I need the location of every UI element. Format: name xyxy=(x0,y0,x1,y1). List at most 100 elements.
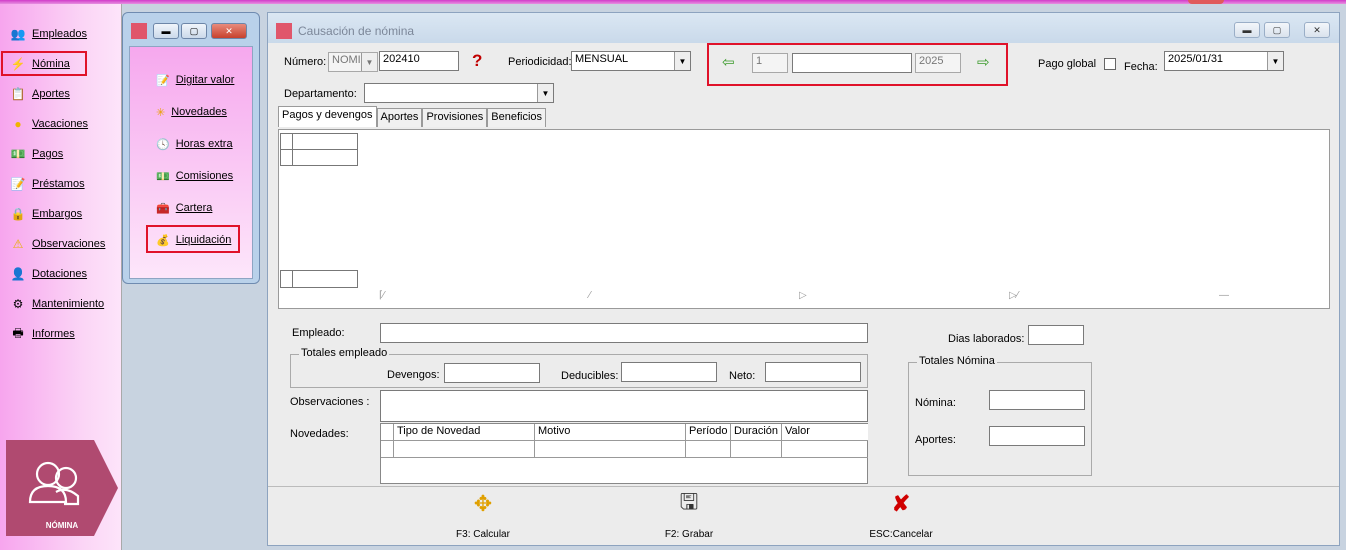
deducibles-field[interactable] xyxy=(621,362,717,382)
submenu-item-horas-extra[interactable]: 🕓 Horas extra xyxy=(156,133,233,155)
help-icon[interactable]: ? xyxy=(472,51,482,71)
sidebar-item-empleados[interactable]: 👥 Empleados xyxy=(10,24,88,44)
empleado-field[interactable] xyxy=(380,323,868,343)
app-icon xyxy=(276,23,292,39)
pago-global-checkbox[interactable] xyxy=(1104,58,1116,70)
chevron-down-icon: ▼ xyxy=(1267,52,1283,70)
table-cell[interactable] xyxy=(782,441,868,458)
col-duracion[interactable]: Duración xyxy=(731,424,782,441)
fecha-combo[interactable]: 2025/01/31 ▼ xyxy=(1164,51,1284,71)
submenu-item-digitar-valor[interactable]: 📝 Digitar valor xyxy=(156,69,234,91)
sidebar-item-embargos[interactable]: 🔒 Embargos xyxy=(10,204,83,224)
clock-icon: 🕓 xyxy=(156,138,170,151)
submenu-item-comisiones[interactable]: 💵 Comisiones xyxy=(156,165,233,187)
money-icon: 💵 xyxy=(156,170,170,183)
next-period-arrow-icon[interactable]: ⇨ xyxy=(977,53,990,71)
payments-icon: 💵 xyxy=(10,147,26,161)
devengos-field[interactable] xyxy=(444,363,540,383)
totales-empleado-group: Totales empleado Devengos: Deducibles: N… xyxy=(290,347,868,388)
totales-nomina-group: Totales Nómina Nómina: Aportes: xyxy=(908,355,1092,476)
submenu-item-novedades[interactable]: ✳ Novedades xyxy=(156,101,227,123)
tab-aportes[interactable]: Aportes xyxy=(376,108,423,127)
maximize-button[interactable]: ▢ xyxy=(181,23,207,39)
chevron-down-icon: ▼ xyxy=(361,53,377,71)
tab-beneficios[interactable]: Beneficios xyxy=(487,108,547,127)
cancelar-button[interactable]: ✘ ESC:Cancelar xyxy=(856,491,946,540)
neto-field[interactable] xyxy=(765,362,861,382)
sidebar-item-informes[interactable]: 🖶 Informes xyxy=(10,324,74,344)
submenu-item-cartera[interactable]: 🧰 Cartera xyxy=(156,197,212,219)
dias-laborados-field[interactable] xyxy=(1028,325,1084,345)
period-year-field[interactable]: 2025 xyxy=(915,53,961,73)
top-strip xyxy=(0,0,1346,4)
footer-toolbar: ✥ F3: Calcular 🖫 F2: Grabar ✘ ESC:Cancel… xyxy=(268,486,1339,545)
col-valor[interactable]: Valor xyxy=(782,424,868,441)
grabar-button[interactable]: 🖫 F2: Grabar xyxy=(644,489,734,540)
logo-label: NÓMINA xyxy=(46,521,79,530)
aportes-total-label: Aportes: xyxy=(915,434,956,446)
numero-prefix-combo[interactable]: NOMI ▼ xyxy=(328,52,378,72)
sidebar-item-dotaciones[interactable]: 👤 Dotaciones xyxy=(10,264,88,284)
app-icon xyxy=(131,23,147,39)
nomina-total-field[interactable] xyxy=(989,390,1085,410)
maximize-button[interactable]: ▢ xyxy=(1264,22,1290,38)
aportes-total-field[interactable] xyxy=(989,426,1085,446)
table-cell[interactable] xyxy=(686,441,731,458)
nomina-highlight xyxy=(1,51,87,76)
close-button[interactable]: ✕ xyxy=(1304,22,1330,38)
grid-cell[interactable] xyxy=(292,149,358,166)
wallet-icon: 🧰 xyxy=(156,202,170,215)
table-cell[interactable] xyxy=(394,441,535,458)
table-cell[interactable] xyxy=(535,441,686,458)
totales-nomina-title: Totales Nómina xyxy=(917,355,997,367)
loans-icon: 📝 xyxy=(10,177,26,191)
window-titlebar: Causación de nómina ▬ ▢ ✕ xyxy=(268,13,1339,43)
grid-bottom-bar: ⌈⁄ ⁄ ▷ ▷⁄ — xyxy=(379,290,1229,301)
sidebar-item-observaciones[interactable]: ⚠ Observaciones xyxy=(10,234,106,254)
uniform-icon: 👤 xyxy=(10,267,26,281)
periodicidad-label: Periodicidad: xyxy=(508,56,572,68)
liquidacion-highlight xyxy=(146,225,240,253)
numero-field[interactable]: 202410 xyxy=(379,51,459,71)
sidebar: 👥 Empleados ⚡ Nómina 📋 Aportes ● Vacaciones … xyxy=(0,4,122,550)
departamento-combo[interactable]: ▼ xyxy=(364,83,554,103)
fecha-label: Fecha: xyxy=(1124,61,1158,73)
close-button[interactable]: ✕ xyxy=(211,23,247,39)
sidebar-item-mantenimiento[interactable]: ⚙ Mantenimiento xyxy=(10,294,105,314)
totales-empleado-title: Totales empleado xyxy=(299,347,390,359)
calculate-icon: ✥ xyxy=(473,491,493,516)
minimize-button[interactable]: ▬ xyxy=(153,23,179,39)
sidebar-item-prestamos[interactable]: 📝 Préstamos xyxy=(10,174,85,194)
grid-cell[interactable] xyxy=(292,270,358,288)
printer-icon: 🖶 xyxy=(12,325,24,340)
payments-grid[interactable]: ⌈⁄ ⁄ ▷ ▷⁄ — xyxy=(278,129,1330,309)
sidebar-item-vacaciones[interactable]: ● Vacaciones xyxy=(10,114,88,134)
gear-icon: ⚙ xyxy=(12,297,24,311)
dias-laborados-label: Dias laborados: xyxy=(948,333,1025,345)
chevron-down-icon: ▼ xyxy=(674,52,690,70)
tab-pagos-devengos[interactable]: Pagos y devengos xyxy=(278,106,377,127)
minimize-button[interactable]: ▬ xyxy=(1234,22,1260,38)
top-red-tab xyxy=(1188,0,1224,4)
window-title: Causación de nómina xyxy=(298,24,415,38)
employees-icon: 👥 xyxy=(10,27,26,41)
sidebar-item-pagos[interactable]: 💵 Pagos xyxy=(10,144,64,164)
periodicidad-combo[interactable]: MENSUAL ▼ xyxy=(571,51,691,71)
col-periodo[interactable]: Período xyxy=(686,424,731,441)
novedades-label: Novedades: xyxy=(290,428,349,440)
previous-period-arrow-icon[interactable]: ⇦ xyxy=(722,53,735,71)
calcular-button[interactable]: ✥ F3: Calcular xyxy=(438,491,528,540)
contributions-icon: 📋 xyxy=(10,87,26,101)
table-row-indicator xyxy=(381,441,394,458)
nomina-logo: NÓMINA xyxy=(6,440,118,536)
table-cell[interactable] xyxy=(731,441,782,458)
tab-provisiones[interactable]: Provisiones xyxy=(422,108,488,127)
chevron-down-icon: ▼ xyxy=(537,84,553,102)
period-name-field[interactable] xyxy=(792,53,912,73)
col-motivo[interactable]: Motivo xyxy=(535,424,686,441)
sidebar-item-aportes[interactable]: 📋 Aportes xyxy=(10,84,70,104)
observaciones-field[interactable] xyxy=(380,390,868,422)
col-tipo-novedad[interactable]: Tipo de Novedad xyxy=(394,424,535,441)
novedades-table[interactable]: Tipo de Novedad Motivo Período Duración … xyxy=(380,423,868,484)
period-number-field[interactable]: 1 xyxy=(752,53,788,73)
